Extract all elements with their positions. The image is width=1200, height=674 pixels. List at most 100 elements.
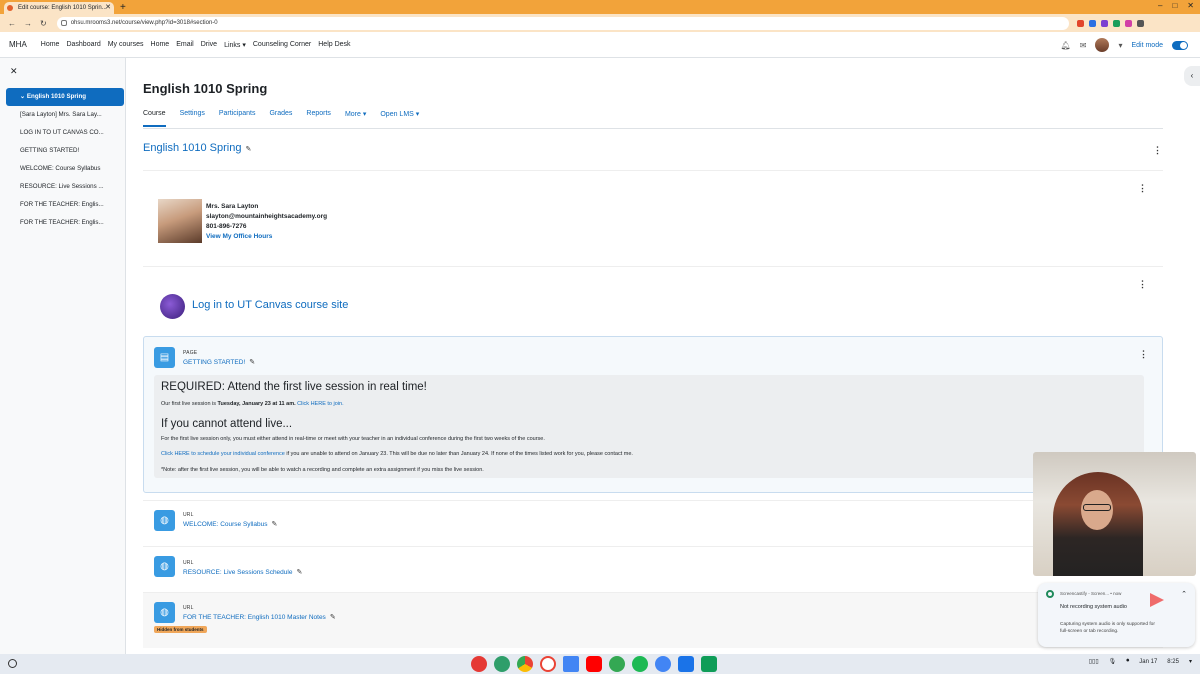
teacher-photo — [158, 199, 202, 243]
globe-icon: ◍ — [154, 510, 175, 531]
nav-link-drive[interactable]: Drive — [201, 41, 217, 48]
docs-icon[interactable] — [563, 656, 579, 672]
teacher-info: Mrs. Sara Layton slayton@mountainheights… — [206, 202, 327, 242]
nav-link-home-2[interactable]: Home — [151, 41, 170, 48]
extension-icon[interactable] — [1100, 19, 1108, 27]
clock-text[interactable]: 8:25 — [1167, 659, 1179, 665]
browser-tab[interactable]: Edit course: English 1010 Sprin... ✕ — [4, 2, 114, 14]
note-text: *Note: after the first live session, you… — [161, 467, 484, 473]
screencastify-notification[interactable]: Screencastify - Screen... • now ⌃ Not re… — [1038, 583, 1195, 647]
pencil-icon[interactable]: ✎ — [330, 614, 336, 621]
puzzle-icon[interactable] — [1136, 19, 1144, 27]
date-text[interactable]: Jan 17 — [1139, 659, 1157, 665]
chrome-icon[interactable] — [517, 656, 533, 672]
extension-icon[interactable] — [1112, 19, 1120, 27]
tabs-divider — [143, 128, 1163, 129]
avatar[interactable] — [1095, 38, 1110, 52]
schedule-link[interactable]: Click HERE to schedule your individual c… — [161, 451, 285, 457]
mic-icon[interactable]: 🎙︎ — [1109, 658, 1117, 665]
webcam-overlay — [1033, 452, 1196, 576]
course-index-item[interactable]: FOR THE TEACHER: Englis... — [0, 196, 120, 214]
section-menu-icon[interactable]: ⋮ — [1153, 145, 1162, 156]
activity-menu-icon[interactable]: ⋮ — [1139, 349, 1148, 360]
extension-icon[interactable] — [1088, 19, 1096, 27]
minimize-icon[interactable]: – — [1158, 1, 1162, 10]
activity-menu-icon[interactable]: ⋮ — [1138, 279, 1147, 290]
course-index-item[interactable]: GETTING STARTED! — [0, 142, 120, 160]
chevron-up-icon[interactable]: ⌃ — [1181, 590, 1187, 598]
play-store-icon[interactable] — [609, 656, 625, 672]
tote-icon[interactable]: ▯▯▯ — [1089, 658, 1099, 665]
gmail-icon[interactable] — [540, 656, 556, 672]
course-index-item[interactable]: RESOURCE: Live Sessions ... — [0, 178, 120, 196]
nav-link-home[interactable]: Home — [41, 41, 60, 48]
back-icon[interactable]: ← — [8, 19, 16, 28]
tab-participants[interactable]: Participants — [219, 110, 256, 127]
tab-open-lms[interactable]: Open LMS ▾ — [380, 110, 419, 127]
url-activity-hidden: ◍ URL FOR THE TEACHER: English 1010 Mast… — [143, 592, 1163, 648]
site-brand[interactable]: MHA — [9, 40, 27, 49]
screencastify-icon — [1046, 590, 1054, 598]
forward-icon[interactable]: → — [24, 19, 32, 28]
pencil-icon[interactable]: ✎ — [272, 521, 278, 528]
pencil-icon[interactable]: ✎ — [296, 569, 302, 576]
canvas-link[interactable]: Log in to UT Canvas course site — [192, 299, 348, 311]
spotify-icon[interactable] — [632, 656, 648, 672]
activity-link[interactable]: RESOURCE: Live Sessions Schedule ✎ — [183, 568, 302, 576]
close-drawer-icon[interactable]: ✕ — [10, 66, 18, 77]
course-index-item[interactable]: [Sara Layton] Mrs. Sara Lay... — [0, 106, 120, 124]
app-icon[interactable] — [494, 656, 510, 672]
nav-link-my-courses[interactable]: My courses — [108, 41, 144, 48]
app-icon[interactable] — [471, 656, 487, 672]
section-title[interactable]: English 1010 Spring ✎ — [143, 142, 251, 154]
activity-link[interactable]: WELCOME: Course Syllabus ✎ — [183, 520, 277, 528]
chevron-down-icon[interactable]: ▾ — [1118, 41, 1122, 50]
join-link[interactable]: Click HERE to join. — [297, 401, 343, 407]
course-index-item[interactable]: WELCOME: Course Syllabus — [0, 160, 120, 178]
edit-mode-toggle[interactable] — [1172, 40, 1188, 50]
window-controls: – □ ✕ — [1158, 1, 1194, 10]
close-window-icon[interactable]: ✕ — [1187, 1, 1194, 10]
address-bar[interactable]: ohsu.mrooms3.net/course/view.php?id=3018… — [56, 16, 1069, 30]
course-index-item[interactable]: FOR THE TEACHER: Englis... — [0, 214, 120, 232]
pencil-icon[interactable]: ✎ — [249, 359, 255, 366]
teacher-name: Mrs. Sara Layton — [206, 203, 259, 210]
open-block-drawer-icon[interactable]: ‹ — [1184, 66, 1200, 86]
extension-icon[interactable] — [1076, 19, 1084, 27]
wifi-icon[interactable]: ▾ — [1189, 658, 1192, 665]
tab-grades[interactable]: Grades — [269, 110, 292, 127]
sheets-icon[interactable] — [701, 656, 717, 672]
youtube-icon[interactable] — [586, 656, 602, 672]
pencil-icon[interactable]: ✎ — [245, 146, 251, 153]
nav-link-email[interactable]: Email — [176, 41, 194, 48]
tab-more[interactable]: More ▾ — [345, 110, 366, 127]
nav-link-counseling[interactable]: Counseling Corner — [253, 41, 311, 48]
office-hours-link[interactable]: View My Office Hours — [206, 232, 327, 242]
canvas-logo-icon — [160, 294, 185, 319]
nav-link-dashboard[interactable]: Dashboard — [66, 41, 100, 48]
launcher-icon[interactable] — [8, 659, 17, 668]
files-icon[interactable] — [678, 656, 694, 672]
tab-course[interactable]: Course — [143, 110, 166, 127]
record-icon[interactable]: ⏺︎ — [1126, 658, 1129, 665]
reload-icon[interactable]: ↻ — [40, 19, 47, 28]
maximize-icon[interactable]: □ — [1172, 1, 1177, 10]
close-tab-icon[interactable]: ✕ — [105, 2, 111, 14]
bell-icon[interactable]: 🔔︎ — [1061, 41, 1071, 50]
tab-settings[interactable]: Settings — [180, 110, 205, 127]
nav-link-help-desk[interactable]: Help Desk — [318, 41, 350, 48]
activity-link[interactable]: GETTING STARTED! ✎ — [183, 358, 255, 366]
new-tab-icon[interactable]: + — [120, 2, 126, 14]
camera-icon[interactable] — [655, 656, 671, 672]
course-index-item[interactable]: LOG IN TO UT CANVAS CO... — [0, 124, 120, 142]
course-index-item-section[interactable]: ⌄ English 1010 Spring — [6, 88, 124, 106]
lock-icon — [60, 19, 67, 26]
page-icon: ▤ — [154, 347, 175, 368]
notification-app: Screencastify - Screen... • now — [1060, 591, 1122, 596]
tab-reports[interactable]: Reports — [306, 110, 331, 127]
extension-icon[interactable] — [1124, 19, 1132, 27]
message-icon[interactable]: ✉︎ — [1080, 41, 1087, 50]
activity-link[interactable]: FOR THE TEACHER: English 1010 Master Not… — [183, 613, 336, 621]
nav-link-links[interactable]: Links ▾ — [224, 41, 246, 49]
activity-menu-icon[interactable]: ⋮ — [1138, 183, 1147, 194]
